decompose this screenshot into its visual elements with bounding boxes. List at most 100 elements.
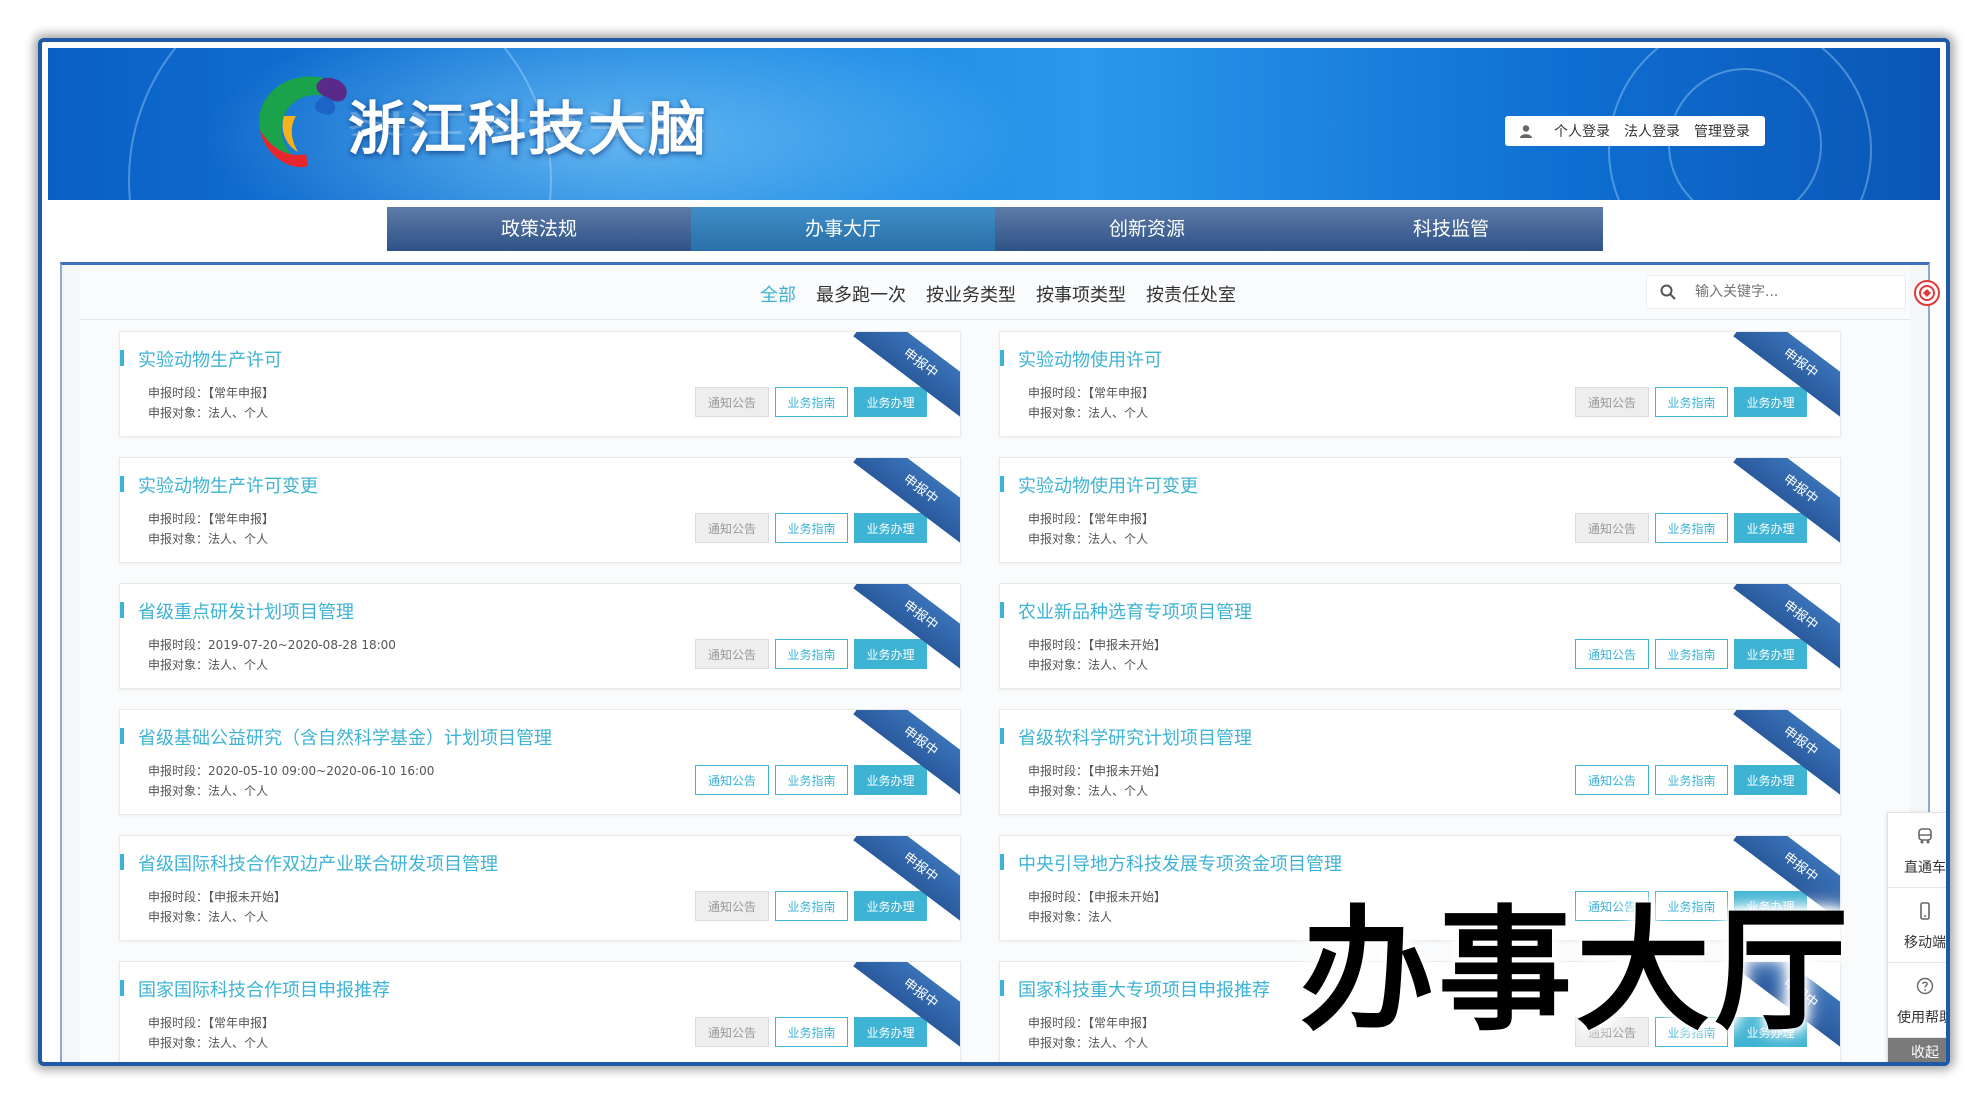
service-period: 申报时段：【常年申报】 <box>1028 510 1154 527</box>
guide-button[interactable]: 业务指南 <box>775 387 848 417</box>
service-title[interactable]: 国家国际科技合作项目申报推荐 <box>120 976 390 1002</box>
service-card: 农业新品种选育专项项目管理 申报时段：【申报未开始】 申报对象：法人、个人 通知公告业… <box>999 583 1841 689</box>
filter-item-type[interactable]: 按事项类型 <box>1036 281 1126 307</box>
target-label: 申报对象： <box>148 910 209 924</box>
filter-business-type[interactable]: 按业务类型 <box>926 281 1016 307</box>
period-value: 【申报未开始】 <box>1088 764 1167 778</box>
search-box <box>1646 275 1906 309</box>
notice-button[interactable]: 通知公告 <box>695 639 769 669</box>
nav-innovation-resources[interactable]: 创新资源 <box>995 207 1299 251</box>
bus-icon <box>1918 828 1932 844</box>
notice-button[interactable]: 通知公告 <box>1575 765 1649 795</box>
handle-button[interactable]: 业务办理 <box>1734 513 1807 543</box>
target-value: 法人、个人 <box>208 1036 269 1050</box>
service-target: 申报对象：法人、个人 <box>1028 530 1148 547</box>
service-title[interactable]: 实验动物生产许可 <box>120 346 282 372</box>
mobile-tool[interactable]: 移动端 <box>1888 888 1946 963</box>
express-tool[interactable]: 直通车 <box>1888 813 1946 888</box>
target-label: 申报对象： <box>148 1036 209 1050</box>
admin-login-link[interactable]: 管理登录 <box>1694 121 1750 141</box>
personal-login-link[interactable]: 个人登录 <box>1554 121 1610 141</box>
guide-button[interactable]: 业务指南 <box>1655 513 1728 543</box>
target-label: 申报对象： <box>1028 910 1089 924</box>
notice-button[interactable]: 通知公告 <box>1575 639 1649 669</box>
notice-button[interactable]: 通知公告 <box>1575 387 1649 417</box>
service-period: 申报时段：【常年申报】 <box>148 1014 274 1031</box>
target-label: 申报对象： <box>1028 532 1089 546</box>
nav-policy[interactable]: 政策法规 <box>387 207 691 251</box>
guide-button[interactable]: 业务指南 <box>1655 639 1728 669</box>
nav-supervision[interactable]: 科技监管 <box>1299 207 1603 251</box>
service-badge-icon[interactable] <box>1913 279 1941 307</box>
service-title[interactable]: 国家科技重大专项项目申报推荐 <box>1000 976 1270 1002</box>
service-title[interactable]: 农业新品种选育专项项目管理 <box>1000 598 1252 624</box>
guide-button[interactable]: 业务指南 <box>775 1017 848 1047</box>
search-icon[interactable] <box>1659 283 1677 301</box>
service-target: 申报对象：法人、个人 <box>148 782 268 799</box>
period-value: 【申报未开始】 <box>1088 890 1167 904</box>
service-period: 申报时段：【常年申报】 <box>1028 384 1154 401</box>
handle-button[interactable]: 业务办理 <box>854 1017 927 1047</box>
filter-run-once[interactable]: 最多跑一次 <box>816 281 906 307</box>
notice-button[interactable]: 通知公告 <box>695 387 769 417</box>
handle-button[interactable]: 业务办理 <box>854 891 927 921</box>
handle-button[interactable]: 业务办理 <box>854 765 927 795</box>
login-bar: 个人登录 法人登录 管理登录 <box>1505 116 1765 146</box>
service-title[interactable]: 省级基础公益研究（含自然科学基金）计划项目管理 <box>120 724 552 750</box>
mobile-icon <box>1920 902 1930 920</box>
service-target: 申报对象：法人、个人 <box>148 908 268 925</box>
guide-button[interactable]: 业务指南 <box>775 513 848 543</box>
search-input[interactable] <box>1693 283 1887 301</box>
notice-button[interactable]: 通知公告 <box>695 891 769 921</box>
header-banner: 浙江科技大脑 浙江科技大脑 个人登录 法人登录 管理登录 <box>48 48 1940 200</box>
browser-frame: 浙江科技大脑 浙江科技大脑 个人登录 法人登录 管理登录 政策法规 办事大厅 创… <box>38 38 1950 1066</box>
service-title[interactable]: 中央引导地方科技发展专项资金项目管理 <box>1000 850 1342 876</box>
service-target: 申报对象：法人、个人 <box>148 404 268 421</box>
handle-button[interactable]: 业务办理 <box>1734 387 1807 417</box>
filter-department[interactable]: 按责任处室 <box>1146 281 1236 307</box>
guide-button[interactable]: 业务指南 <box>1655 387 1728 417</box>
period-label: 申报时段： <box>148 638 209 652</box>
period-value: 【常年申报】 <box>208 512 275 526</box>
service-period: 申报时段：【常年申报】 <box>1028 1014 1154 1031</box>
service-card: 实验动物生产许可 申报时段：【常年申报】 申报对象：法人、个人 通知公告 业务指南 业务办… <box>119 331 961 437</box>
guide-button[interactable]: 业务指南 <box>775 891 848 921</box>
target-label: 申报对象： <box>148 406 209 420</box>
collapse-button[interactable]: 收起 <box>1888 1038 1946 1062</box>
guide-button[interactable]: 业务指南 <box>1655 765 1728 795</box>
handle-button[interactable]: 业务办理 <box>854 513 927 543</box>
guide-button[interactable]: 业务指南 <box>775 639 848 669</box>
notice-button[interactable]: 通知公告 <box>695 513 769 543</box>
target-value: 法人、个人 <box>208 406 269 420</box>
handle-button[interactable]: 业务办理 <box>854 387 927 417</box>
legal-login-link[interactable]: 法人登录 <box>1624 121 1680 141</box>
period-label: 申报时段： <box>1028 512 1089 526</box>
handle-button[interactable]: 业务办理 <box>1734 639 1807 669</box>
service-title[interactable]: 省级重点研发计划项目管理 <box>120 598 354 624</box>
side-toolbar: 直通车 移动端 使用帮助 收起 <box>1887 812 1946 1062</box>
service-card: 省级基础公益研究（含自然科学基金）计划项目管理 申报时段：2020-05-10 0… <box>119 709 961 815</box>
period-label: 申报时段： <box>1028 638 1089 652</box>
nav-service-hall[interactable]: 办事大厅 <box>691 207 995 251</box>
target-value: 法人、个人 <box>208 658 269 672</box>
handle-button[interactable]: 业务办理 <box>854 639 927 669</box>
service-title[interactable]: 省级软科学研究计划项目管理 <box>1000 724 1252 750</box>
service-card: 实验动物生产许可变更 申报时段：【常年申报】 申报对象：法人、个人 通知公告 业务指南业… <box>119 457 961 563</box>
notice-button[interactable]: 通知公告 <box>695 765 769 795</box>
filter-all[interactable]: 全部 <box>760 281 796 307</box>
service-period: 申报时段：【申报未开始】 <box>1028 636 1166 653</box>
target-value: 法人、个人 <box>1088 1036 1149 1050</box>
notice-button[interactable]: 通知公告 <box>1575 513 1649 543</box>
service-target: 申报对象：法人、个人 <box>1028 404 1148 421</box>
handle-button[interactable]: 业务办理 <box>1734 765 1807 795</box>
target-label: 申报对象： <box>1028 406 1089 420</box>
service-title[interactable]: 实验动物使用许可变更 <box>1000 472 1198 498</box>
site-logo-icon[interactable] <box>246 66 358 178</box>
service-title[interactable]: 省级国际科技合作双边产业联合研发项目管理 <box>120 850 498 876</box>
guide-button[interactable]: 业务指南 <box>775 765 848 795</box>
help-tool[interactable]: 使用帮助 <box>1888 963 1946 1038</box>
service-period: 申报时段：【申报未开始】 <box>1028 762 1166 779</box>
notice-button[interactable]: 通知公告 <box>695 1017 769 1047</box>
service-title[interactable]: 实验动物生产许可变更 <box>120 472 318 498</box>
service-title[interactable]: 实验动物使用许可 <box>1000 346 1162 372</box>
